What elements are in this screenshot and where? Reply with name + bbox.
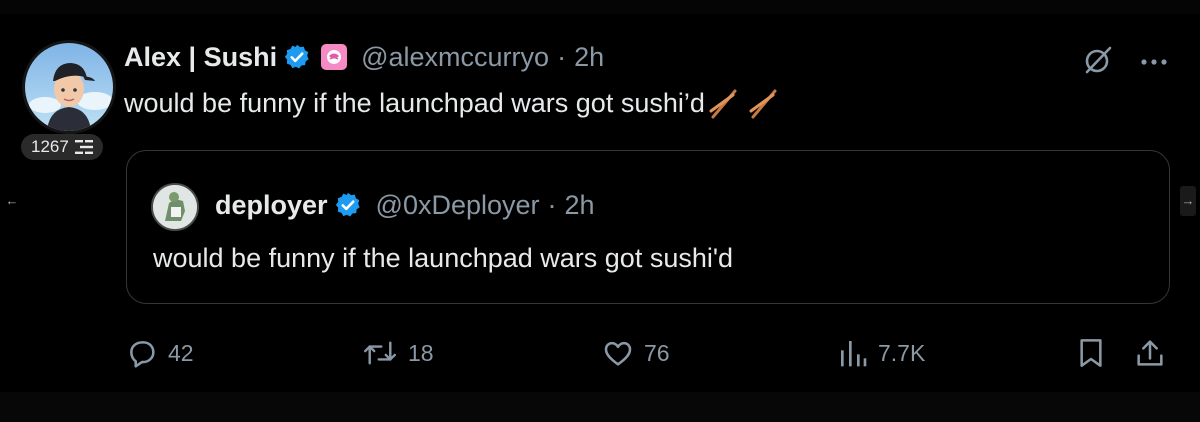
bookmark-button[interactable]	[1076, 332, 1106, 374]
quoted-author-name[interactable]: deployer	[215, 190, 328, 221]
quoted-tweet-header: deployer @0xDeployer · 2h	[215, 185, 595, 225]
reply-button[interactable]: 42	[126, 332, 194, 374]
reply-count: 42	[168, 339, 194, 366]
tweet-text: would be funny if the launchpad wars got…	[124, 88, 705, 118]
tweet-header: Alex | Sushi @alexmccurryo · 2h	[124, 38, 604, 76]
views-icon	[841, 341, 867, 367]
tweet-body: would be funny if the launchpad wars got…	[124, 88, 779, 119]
grok-icon[interactable]	[1082, 44, 1114, 81]
rank-value: 1267	[31, 137, 69, 156]
rank-badge[interactable]: 1267	[21, 134, 103, 160]
header-separator: ·	[557, 41, 567, 72]
tweet-action-bar: 42 18 76 7.7K	[124, 332, 1170, 374]
quoted-avatar-illustration	[153, 185, 197, 229]
share-icon	[1137, 340, 1163, 366]
chopsticks-emoji	[709, 89, 779, 119]
like-icon	[604, 341, 632, 366]
affiliate-logo-icon	[327, 50, 342, 64]
more-icon[interactable]	[1140, 54, 1168, 72]
previous-arrow-button[interactable]: ←	[4, 186, 20, 216]
tweet-top-actions	[1082, 44, 1168, 81]
affiliate-badge-icon[interactable]	[321, 44, 348, 70]
quoted-author-avatar[interactable]	[151, 183, 199, 231]
verified-badge-icon	[335, 192, 360, 217]
author-handle[interactable]: @alexmccurryo	[361, 42, 549, 73]
quoted-tweet-text: would be funny if the launchpad wars got…	[153, 243, 734, 273]
verified-badge-icon	[284, 44, 309, 69]
like-count: 76	[644, 339, 670, 366]
tweet-screenshot: ← → 1267 Alex | Sushi @alexmccurryo · 2h…	[0, 0, 1200, 422]
quoted-tweet-card[interactable]: deployer @0xDeployer · 2h would be funny…	[126, 150, 1170, 304]
bottom-edge-band	[0, 392, 1200, 422]
bookmark-icon	[1080, 339, 1102, 367]
author-avatar[interactable]	[22, 40, 116, 134]
tweet-timestamp[interactable]: 2h	[574, 42, 604, 73]
chopsticks-icon	[749, 89, 777, 118]
view-count: 7.7K	[878, 339, 926, 366]
quoted-author-handle[interactable]: @0xDeployer	[376, 190, 540, 221]
next-arrow-button[interactable]: →	[1180, 186, 1196, 216]
share-button[interactable]	[1134, 332, 1166, 374]
repost-icon	[363, 341, 397, 365]
author-name[interactable]: Alex | Sushi	[124, 42, 277, 73]
avatar-illustration	[25, 43, 113, 131]
chopsticks-icon	[709, 89, 737, 118]
top-edge-band	[0, 0, 1200, 14]
like-button[interactable]: 76	[602, 332, 670, 374]
repost-count: 18	[408, 339, 434, 366]
leaderboard-icon	[74, 140, 93, 154]
reply-icon	[130, 341, 155, 368]
quoted-tweet-timestamp[interactable]: 2h	[565, 190, 595, 221]
quoted-header-separator: ·	[547, 189, 557, 220]
views-button[interactable]: 7.7K	[838, 332, 925, 374]
repost-button[interactable]: 18	[362, 332, 434, 374]
